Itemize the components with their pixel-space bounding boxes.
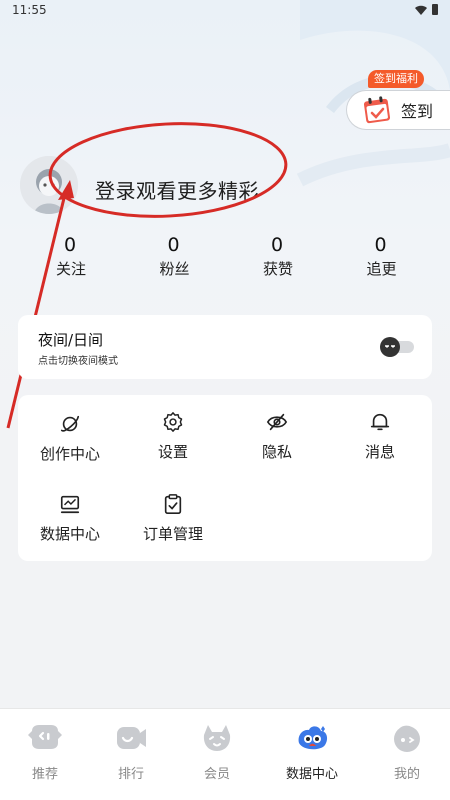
- ranking-icon: [117, 727, 146, 749]
- recommend-icon: [28, 725, 62, 749]
- stat-label: 关注: [56, 260, 87, 278]
- nav-label: 推荐: [31, 767, 58, 782]
- calendar-check-icon: [363, 96, 391, 124]
- menu-messages[interactable]: 消息: [328, 411, 432, 481]
- stat-likes[interactable]: 0 获赞: [225, 234, 329, 279]
- menu-creator-center[interactable]: 创作中心: [18, 413, 122, 483]
- login-prompt[interactable]: 登录观看更多精彩: [95, 175, 259, 204]
- nav-tab-ranking[interactable]: 排行: [86, 721, 176, 782]
- menu-label: 隐私: [261, 443, 292, 461]
- menu-label: 订单管理: [142, 525, 203, 543]
- nav-label: 排行: [117, 767, 144, 782]
- nav-tab-data-center[interactable]: 数据中心: [267, 721, 357, 782]
- vip-icon: [203, 725, 231, 751]
- nav-label: 数据中心: [285, 767, 338, 782]
- menu-label: 数据中心: [39, 525, 100, 543]
- menu-grid: 创作中心 设置 隐私 消息 数据中心 订单管理: [18, 395, 432, 561]
- menu-order-management[interactable]: 订单管理: [121, 493, 225, 563]
- stat-label: 获赞: [263, 260, 294, 278]
- annotation-ellipse: [48, 122, 288, 218]
- nav-tab-mine[interactable]: 我的: [362, 721, 450, 782]
- wifi-icon: [415, 5, 427, 15]
- toggle-knob: [380, 337, 400, 357]
- signin-button[interactable]: 签到: [346, 90, 450, 130]
- stat-value: 0: [64, 234, 77, 256]
- signin-bonus-badge: 签到福利: [368, 70, 424, 88]
- planet-icon: [60, 415, 80, 432]
- nav-label: 我的: [393, 767, 420, 782]
- profile-stats: 0 关注 0 粉丝 0 获赞 0 追更: [18, 234, 432, 279]
- night-mode-title: 夜间/日间: [38, 331, 104, 349]
- signin-label: 签到: [401, 102, 434, 121]
- bell-icon: [370, 413, 390, 431]
- chart-icon: [60, 495, 80, 514]
- night-mode-subtitle: 点击切换夜间模式: [38, 356, 118, 367]
- battery-icon: [432, 4, 438, 15]
- status-time: 11:55: [12, 3, 47, 17]
- clipboard-icon: [164, 494, 182, 514]
- menu-label: 设置: [157, 443, 188, 461]
- menu-label: 创作中心: [39, 445, 100, 463]
- avatar[interactable]: [20, 156, 78, 214]
- mine-icon: [394, 725, 420, 752]
- header-background-art: [296, 0, 450, 187]
- menu-settings[interactable]: 设置: [121, 411, 225, 481]
- stat-value: 0: [374, 234, 387, 256]
- stat-subscriptions[interactable]: 0 追更: [329, 234, 433, 279]
- menu-data-center[interactable]: 数据中心: [18, 493, 122, 563]
- stat-value: 0: [167, 234, 180, 256]
- bottom-navigation: 推荐 排行 会员 数据中心 我的: [0, 708, 450, 800]
- stat-fans[interactable]: 0 粉丝: [122, 234, 226, 279]
- status-bar: 11:55: [0, 0, 450, 22]
- night-mode-toggle[interactable]: [380, 337, 414, 357]
- night-mode-card[interactable]: 夜间/日间 点击切换夜间模式: [18, 315, 432, 379]
- gear-icon: [163, 412, 183, 432]
- eye-off-icon: [266, 413, 288, 431]
- nav-label: 会员: [203, 767, 230, 782]
- stat-label: 粉丝: [159, 260, 190, 278]
- nav-tab-recommend[interactable]: 推荐: [0, 721, 90, 782]
- nav-tab-vip[interactable]: 会员: [172, 721, 262, 782]
- default-avatar-icon: [20, 156, 78, 214]
- sleepy-face-icon: [385, 345, 395, 348]
- stat-value: 0: [271, 234, 284, 256]
- menu-label: 消息: [364, 443, 395, 461]
- status-icons: [415, 4, 438, 15]
- menu-privacy[interactable]: 隐私: [225, 411, 329, 481]
- stat-label: 追更: [366, 260, 397, 278]
- data-center-mascot-icon: [298, 726, 328, 750]
- stat-following[interactable]: 0 关注: [18, 234, 122, 279]
- annotation-arrow-line: [6, 189, 68, 429]
